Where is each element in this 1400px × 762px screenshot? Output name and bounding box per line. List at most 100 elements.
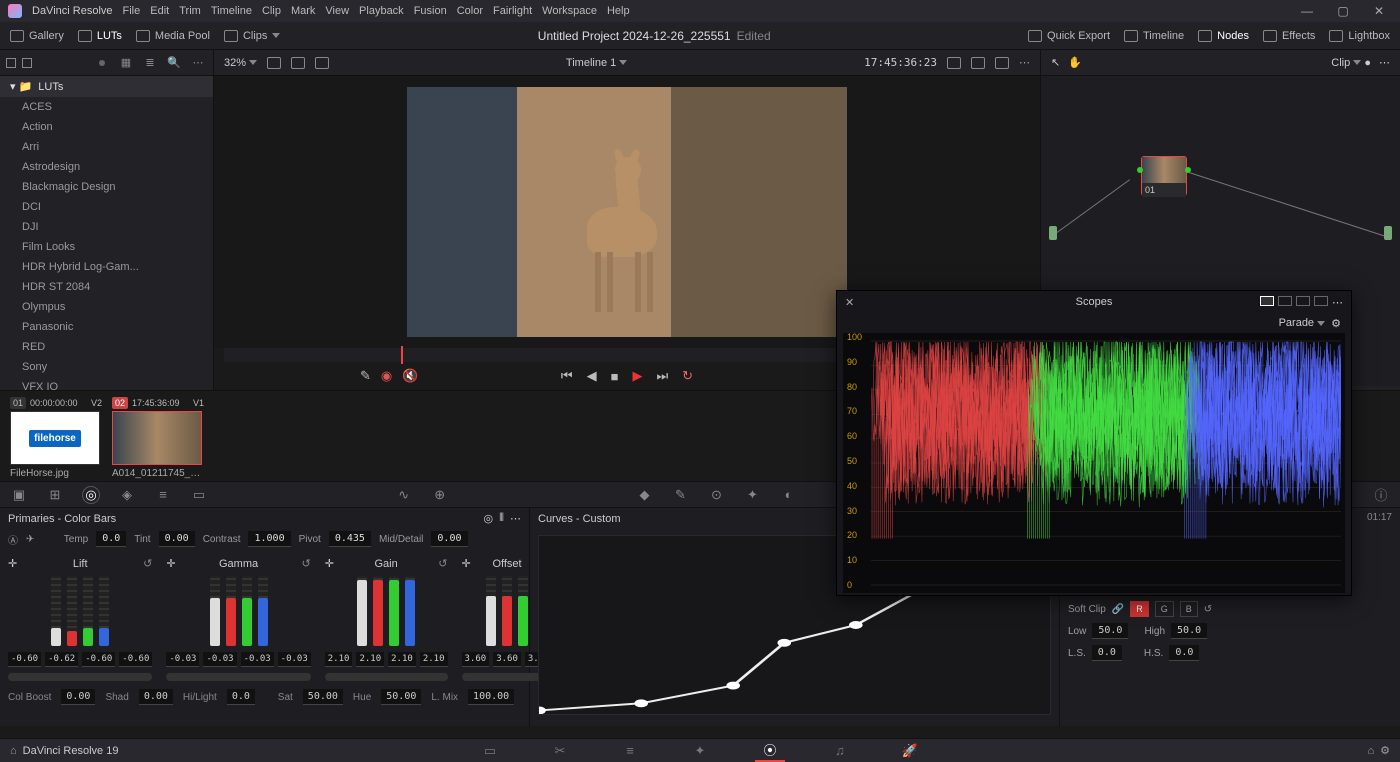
luts-item[interactable]: DJI xyxy=(0,217,213,237)
nodes-button[interactable]: Nodes xyxy=(1198,30,1249,42)
gamma-slider[interactable] xyxy=(226,576,236,646)
home-icon[interactable]: ⌂ xyxy=(10,745,17,757)
gain-value[interactable]: 2.10 xyxy=(356,652,384,667)
luts-item[interactable]: Action xyxy=(0,117,213,137)
page-fusion-icon[interactable]: ✦ xyxy=(685,740,715,762)
lmix-value[interactable]: 100.00 xyxy=(468,689,514,705)
gamma-value[interactable]: -0.03 xyxy=(203,652,236,667)
tool-primaries-icon[interactable]: ◎ xyxy=(82,486,100,504)
timeline-name-dropdown[interactable]: Timeline 1 xyxy=(339,57,854,69)
gamma-slider[interactable] xyxy=(258,576,268,646)
pointer-tool-icon[interactable]: ↖ xyxy=(1051,56,1060,69)
gamma-master-wheel[interactable] xyxy=(166,673,310,681)
pick-icon[interactable]: ✛ xyxy=(166,557,175,570)
node-input-icon[interactable] xyxy=(1137,167,1143,173)
sidebar-toggle-icon[interactable] xyxy=(6,58,16,68)
luts-item[interactable]: Film Looks xyxy=(0,237,213,257)
tool-camera-raw-icon[interactable]: ▣ xyxy=(10,486,28,504)
tool-warper-icon[interactable]: ⊕ xyxy=(431,486,449,504)
luts-item[interactable]: Sony xyxy=(0,357,213,377)
effects-button[interactable]: Effects xyxy=(1263,30,1315,42)
pick-icon[interactable]: ✛ xyxy=(325,557,334,570)
mid-value[interactable]: 0.00 xyxy=(431,531,467,547)
menu-edit[interactable]: Edit xyxy=(150,5,169,17)
hand-tool-icon[interactable]: ✋ xyxy=(1068,56,1082,69)
contrast-value[interactable]: 1.000 xyxy=(248,531,290,547)
menu-clip[interactable]: Clip xyxy=(262,5,281,17)
node-source-icon[interactable] xyxy=(1049,226,1057,240)
view-icons-icon[interactable]: ▦ xyxy=(117,56,135,69)
tool-curves-icon[interactable]: ∿ xyxy=(395,486,413,504)
reset-icon[interactable]: ↺ xyxy=(1204,604,1212,615)
lift-master-wheel[interactable] xyxy=(8,673,152,681)
colboost-value[interactable]: 0.00 xyxy=(61,689,95,705)
tool-tracking-icon[interactable]: ⊙ xyxy=(708,486,726,504)
scopes-panel[interactable]: ✕ Scopes ⋯ Parade ⚙ 10090807060504030201… xyxy=(836,290,1352,596)
gamma-slider[interactable] xyxy=(242,576,252,646)
high-value[interactable]: 50.0 xyxy=(1171,623,1207,639)
pick-white-icon[interactable]: ✈ xyxy=(26,534,34,545)
gain-slider[interactable] xyxy=(357,576,367,646)
gain-value[interactable]: 2.10 xyxy=(325,652,353,667)
lift-slider[interactable] xyxy=(83,576,93,646)
clip-card[interactable]: 0217:45:36:09V1 A014_01211745_C... xyxy=(112,397,204,475)
clip-thumbnail[interactable]: filehorse xyxy=(10,411,100,465)
gain-slider[interactable] xyxy=(405,576,415,646)
search-icon[interactable]: 🔍 xyxy=(165,56,183,69)
clips-button[interactable]: Clips xyxy=(224,30,280,42)
next-clip-icon[interactable]: ⏭ xyxy=(656,368,668,384)
offset-slider[interactable] xyxy=(502,576,512,646)
menu-fairlight[interactable]: Fairlight xyxy=(493,5,532,17)
lift-value[interactable]: -0.60 xyxy=(82,652,115,667)
wipe-icon[interactable]: ◉ xyxy=(381,368,392,384)
wheels-mode-icon[interactable]: ◎ xyxy=(484,512,494,525)
menu-file[interactable]: File xyxy=(123,5,141,17)
page-fairlight-icon[interactable]: ♫ xyxy=(825,740,855,762)
log-mode-icon[interactable]: ⋯ xyxy=(510,512,521,525)
scope-layout-1-icon[interactable] xyxy=(1260,296,1274,306)
menu-help[interactable]: Help xyxy=(607,5,630,17)
channel-r-button[interactable]: R xyxy=(1130,601,1149,617)
menu-playback[interactable]: Playback xyxy=(359,5,404,17)
viewer-timecode[interactable]: 17:45:36:23 xyxy=(864,56,937,69)
gamma-value[interactable]: -0.03 xyxy=(241,652,274,667)
pivot-value[interactable]: 0.435 xyxy=(329,531,371,547)
clip-thumbnail[interactable] xyxy=(112,411,202,465)
page-cut-icon[interactable]: ✂ xyxy=(545,740,575,762)
viewer-opt2-icon[interactable] xyxy=(971,57,985,69)
ls-value[interactable]: 0.0 xyxy=(1092,645,1122,661)
luts-item[interactable]: ACES xyxy=(0,97,213,117)
luts-button[interactable]: LUTs xyxy=(78,30,122,42)
scope-settings-icon[interactable]: ⚙ xyxy=(1331,317,1341,330)
luts-item[interactable]: VFX IO xyxy=(0,377,213,397)
luts-item[interactable]: Olympus xyxy=(0,297,213,317)
lift-slider[interactable] xyxy=(99,576,109,646)
viewer-more-icon[interactable]: ⋯ xyxy=(1019,56,1030,69)
node-dest-icon[interactable] xyxy=(1384,226,1392,240)
window-minimize-icon[interactable]: — xyxy=(1294,4,1320,18)
luts-item[interactable]: Blackmagic Design xyxy=(0,177,213,197)
hue-value[interactable]: 50.00 xyxy=(381,689,421,705)
project-home-icon[interactable]: ⌂ xyxy=(1367,745,1374,757)
more-icon[interactable]: ⋯ xyxy=(189,56,207,69)
scopes-close-icon[interactable]: ✕ xyxy=(845,296,854,309)
shad-value[interactable]: 0.00 xyxy=(139,689,173,705)
page-media-icon[interactable]: ▭ xyxy=(475,740,505,762)
lift-slider[interactable] xyxy=(67,576,77,646)
gain-value[interactable]: 2.10 xyxy=(420,652,448,667)
tool-window-icon[interactable]: ✎ xyxy=(672,486,690,504)
viewer-split-icon[interactable] xyxy=(291,57,305,69)
play-icon[interactable]: ▶ xyxy=(632,368,642,384)
gamma-value[interactable]: -0.03 xyxy=(166,652,199,667)
sat-value[interactable]: 50.00 xyxy=(303,689,343,705)
lift-slider[interactable] xyxy=(51,576,61,646)
color-node[interactable]: 01 xyxy=(1141,156,1187,196)
window-maximize-icon[interactable]: ▢ xyxy=(1330,4,1356,18)
luts-item[interactable]: RED xyxy=(0,337,213,357)
tool-blur-icon[interactable]: ◐ xyxy=(780,486,798,504)
gain-slider[interactable] xyxy=(389,576,399,646)
pick-icon[interactable]: ✛ xyxy=(462,557,471,570)
stop-icon[interactable]: ■ xyxy=(611,369,619,384)
viewer-fullscreen-icon[interactable] xyxy=(995,57,1009,69)
pick-icon[interactable]: ✛ xyxy=(8,557,17,570)
